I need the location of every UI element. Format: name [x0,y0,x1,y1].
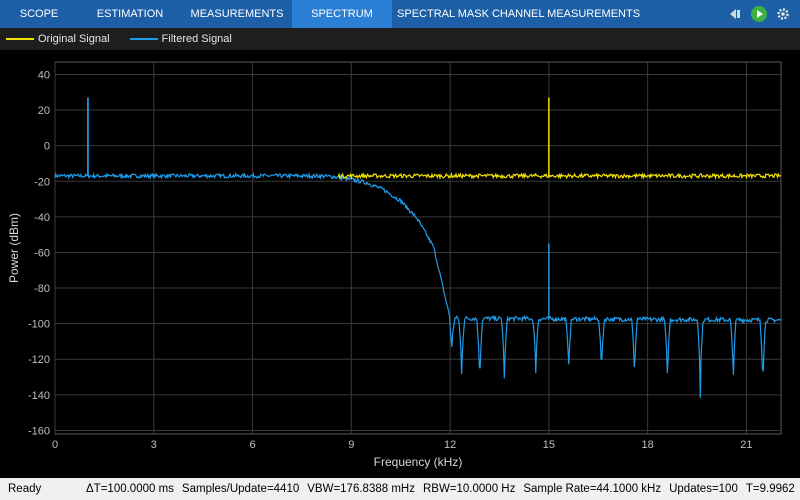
status-vbw: VBW=176.8388 mHz [307,483,415,495]
y-tick-label: -160 [28,425,50,437]
legend-label: Original Signal [38,33,110,45]
status-samples-per-update: Samples/Update=4410 [181,483,300,495]
y-tick-label: 0 [44,141,50,153]
tab-spectrum[interactable]: SPECTRUM [292,0,392,28]
legend-swatch [6,38,34,40]
legend: Original Signal Filtered Signal [0,28,800,50]
legend-item-filtered[interactable]: Filtered Signal [129,33,232,45]
y-tick-label: -20 [34,176,50,188]
tab-measurements[interactable]: MEASUREMENTS [182,0,292,28]
y-tick-label: 20 [38,105,50,117]
y-tick-label: 40 [38,69,50,81]
plot-area [54,61,782,435]
y-axis-label: Power (dBm) [7,213,21,283]
spectrum-plot[interactable]: 0 3 6 9 12 15 18 21 40 20 0 -20 -40 -60 -80 -100 -120 -14… [0,50,800,478]
legend-label: Filtered Signal [161,33,232,45]
tab-scope[interactable]: SCOPE [0,0,78,28]
toolstrip: SCOPE ESTIMATION MEASUREMENTS SPECTRUM S… [0,0,800,28]
status-sample-rate: Sample Rate=44.1000 kHz [523,483,662,495]
x-tick-label: 15 [543,439,555,451]
y-tick-label: -60 [34,247,50,259]
tab-estimation[interactable]: ESTIMATION [78,0,182,28]
tab-spectral-mask[interactable]: SPECTRAL MASK [392,0,494,28]
status-updates: Updates=100 [669,483,738,495]
x-tick-label: 0 [52,439,58,451]
x-tick-label: 3 [151,439,157,451]
x-tick-label: 12 [444,439,456,451]
status-ready: Ready [8,483,42,495]
x-tick-label: 21 [740,439,752,451]
y-tick-label: -100 [28,319,50,331]
status-rbw: RBW=10.0000 Hz [422,483,516,495]
x-axis-label: Frequency (kHz) [374,455,463,469]
run-icon[interactable] [750,5,768,23]
x-tick-label: 6 [249,439,255,451]
legend-swatch [129,38,158,40]
status-delta-t: ΔT=100.0000 ms [86,483,174,495]
status-bar: Ready ΔT=100.0000 ms Samples/Update=4410… [0,478,800,500]
undock-icon[interactable] [726,5,744,23]
y-tick-label: -140 [28,390,50,402]
tab-channel-measurements[interactable]: CHANNEL MEASUREMENTS [492,0,640,28]
x-tick-label: 18 [642,439,654,451]
toolbar-actions [682,0,800,28]
settings-icon[interactable] [774,5,792,23]
status-time: T=9.9962 [745,483,795,495]
x-tick-label: 9 [348,439,354,451]
y-tick-label: -120 [28,354,50,366]
y-tick-label: -40 [34,212,50,224]
legend-item-original[interactable]: Original Signal [6,33,110,45]
y-tick-label: -80 [34,283,50,295]
